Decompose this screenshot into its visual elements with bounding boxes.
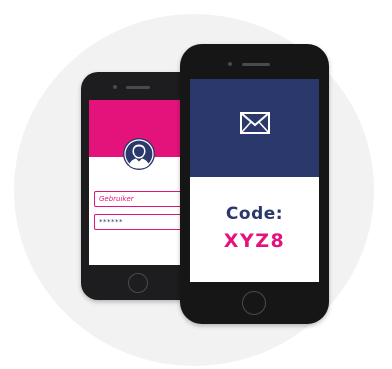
home-button: [128, 273, 148, 293]
home-button: [242, 291, 266, 315]
password-field[interactable]: ******: [94, 214, 188, 230]
code-value: XYZ8: [223, 230, 286, 252]
code-screen: Code: XYZ8: [190, 79, 319, 282]
earpiece-speaker: [242, 63, 270, 66]
code-header: [190, 79, 319, 177]
code-label: Code:: [225, 204, 284, 224]
username-field[interactable]: Gebruiker: [94, 191, 188, 207]
code-phone: Code: XYZ8: [180, 44, 329, 324]
earpiece-speaker: [126, 86, 150, 89]
front-camera: [113, 85, 117, 89]
front-camera: [228, 62, 232, 66]
envelope-icon: [240, 112, 270, 134]
user-avatar-icon: [123, 138, 155, 170]
illustration: Gebruiker ****** Code: XYZ8: [0, 0, 392, 369]
login-screen: Gebruiker ******: [89, 100, 189, 265]
